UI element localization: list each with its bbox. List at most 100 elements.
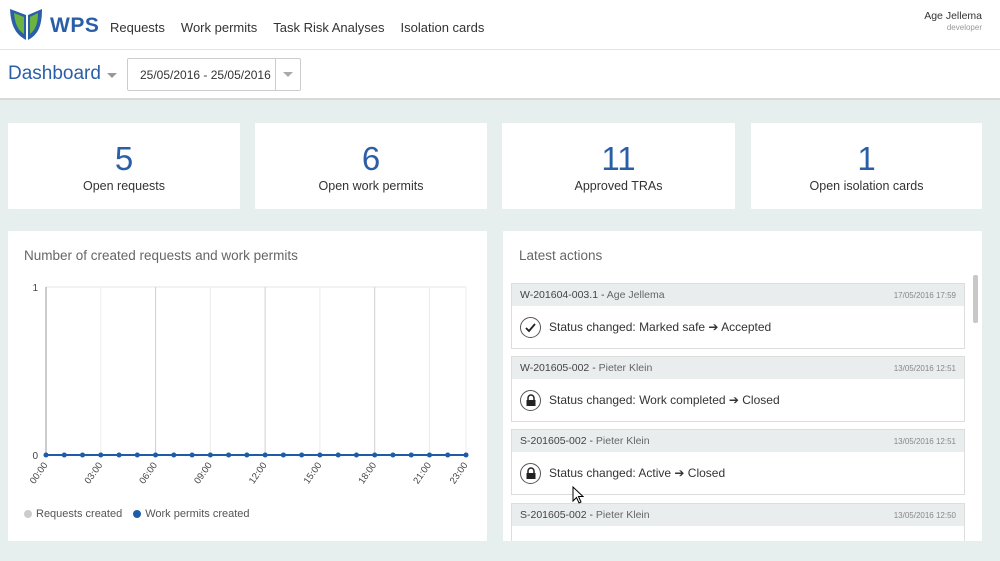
x-tick-label: 12:00 [247,460,270,486]
x-tick-label: 18:00 [357,460,380,486]
mouse-cursor-icon [572,486,585,504]
user-name: Age Jellema [924,10,982,22]
action-text: Status changed: Active ➔ Closed [549,466,726,480]
chevron-down-icon [283,72,293,77]
action-date: 13/05/2016 12:50 [893,510,956,520]
y-tick-label: 1 [32,283,38,294]
action-item[interactable]: W-201604-003.1 - Age Jellema 17/05/2016 … [511,283,965,349]
dashboard-dropdown[interactable]: Dashboard [8,63,117,85]
data-point [171,452,177,458]
action-date: 13/05/2016 12:51 [893,436,956,446]
actions-scrollbar[interactable] [973,275,978,323]
logo-text: WPS [50,14,100,37]
date-range-value: 25/05/2016 - 25/05/2016 [140,68,271,82]
data-point [426,452,432,458]
data-point [280,452,286,458]
chart-panel: Number of created requests and work perm… [8,231,487,541]
nav-work-permits[interactable]: Work permits [181,20,257,35]
x-tick-label: 03:00 [83,460,106,486]
data-point [372,452,378,458]
action-id: W-201604-003.1 - Age Jellema [520,289,665,301]
legend-dot [24,510,32,518]
user-menu[interactable]: Age Jellema developer [924,10,982,32]
stat-value: 5 [114,140,134,177]
legend-item-work-permits[interactable]: Work permits created [133,508,250,520]
date-range-toggle-button[interactable] [275,59,300,90]
y-tick-label: 0 [32,451,38,462]
stat-value: 6 [361,140,381,177]
data-point [262,452,268,458]
stat-value: 1 [857,140,876,177]
nav-requests[interactable]: Requests [110,20,165,35]
stat-value: 11 [601,140,636,177]
data-point [134,452,140,458]
action-user: Age Jellema [606,289,665,301]
data-point [61,452,67,458]
x-tick-label: 09:00 [192,460,215,486]
action-id: W-201605-002 - Pieter Klein [520,362,653,374]
action-ref: S-201605-002 [520,435,587,447]
shield-logo-icon [10,9,42,40]
nav-task-risk-analyses[interactable]: Task Risk Analyses [273,20,384,35]
action-text: Status changed: Marked safe ➔ Accepted [549,320,772,334]
data-point [445,452,451,458]
data-point [317,452,323,458]
x-tick-label: 23:00 [448,460,471,486]
lock-icon [520,462,541,484]
date-range-picker[interactable]: 25/05/2016 - 25/05/2016 [127,58,301,91]
legend-label: Requests created [36,508,123,520]
stat-card-open-work-permits[interactable]: 6 Open work permits [255,123,487,209]
stat-card-open-requests[interactable]: 5 Open requests [8,123,240,209]
legend-label: Work permits created [145,508,250,520]
legend-dot [133,510,142,518]
main-nav: Requests Work permits Task Risk Analyses… [110,20,484,35]
data-point [244,452,250,458]
action-ref: W-201605-002 [520,362,590,374]
action-item[interactable]: S-201605-002 - Pieter Klein 13/05/2016 1… [511,503,965,541]
action-header: W-201605-002 - Pieter Klein 13/05/2016 1… [512,357,964,379]
page-title: Dashboard [8,63,101,84]
action-header: S-201605-002 - Pieter Klein 13/05/2016 1… [512,430,964,452]
x-tick-label: 00:00 [28,460,51,486]
action-body: Status changed: Marked safe ➔ Accepted [512,306,964,348]
data-point [299,452,305,458]
action-ref: S-201605-002 [520,509,587,521]
action-ref: W-201604-003.1 [520,289,599,301]
x-tick-label: 06:00 [137,460,160,486]
stat-card-approved-tras[interactable]: 11 Approved TRAs [502,123,735,209]
x-tick-label: 21:00 [411,460,434,486]
chevron-down-icon [106,73,117,78]
data-point [189,452,195,458]
nav-isolation-cards[interactable]: Isolation cards [401,20,485,35]
action-id: S-201605-002 - Pieter Klein [520,509,650,521]
stat-label: Open requests [83,179,165,193]
stat-label: Approved TRAs [574,179,663,193]
stat-label: Open work permits [318,179,424,193]
check-icon [520,316,541,338]
action-user: Pieter Klein [598,362,653,374]
data-point [226,452,232,458]
action-header: W-201604-003.1 - Age Jellema 17/05/2016 … [512,284,964,306]
data-point [116,452,122,458]
data-point [207,452,213,458]
action-user: Pieter Klein [595,509,650,521]
user-role: developer [946,23,982,32]
stat-card-open-isolation-cards[interactable]: 1 Open isolation cards [751,123,982,209]
line-chart: 0 1 00:00 03:00 06:00 09:00 12:00 15:00 18:00 21:… [28,283,471,486]
stat-label: Open isolation cards [809,179,924,193]
action-header: S-201605-002 - Pieter Klein 13/05/2016 1… [512,504,964,526]
action-item[interactable]: W-201605-002 - Pieter Klein 13/05/2016 1… [511,356,965,422]
data-point [353,452,359,458]
data-point [408,452,414,458]
wps-logo[interactable]: WPS [8,6,99,42]
top-navbar: WPS Requests Work permits Task Risk Anal… [0,0,1000,50]
data-point [153,452,159,458]
data-point [390,452,396,458]
latest-actions-title: Latest actions [519,248,603,263]
legend-item-requests[interactable]: Requests created [24,508,122,520]
action-date: 13/05/2016 12:51 [893,363,956,373]
data-point [335,452,341,458]
data-point [463,452,469,458]
action-text: Status changed: Work completed ➔ Closed [549,393,780,407]
action-body: Status changed: Work completed ➔ Closed [512,379,964,421]
